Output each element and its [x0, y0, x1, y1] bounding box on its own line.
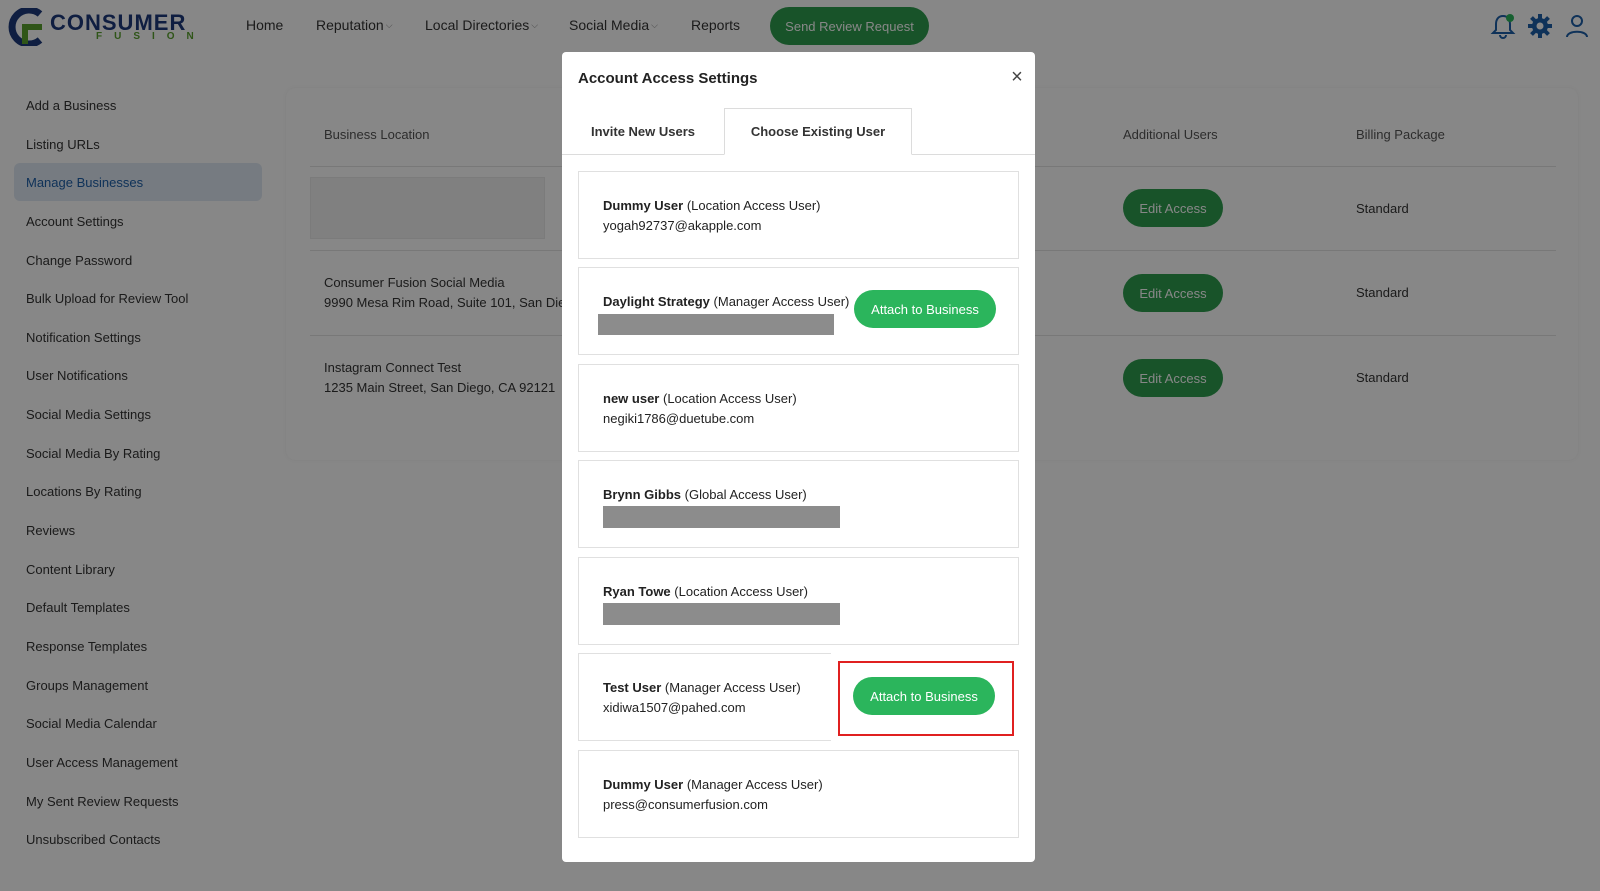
user-name: Ryan Towe — [603, 584, 671, 599]
user-name: Dummy User — [603, 777, 684, 792]
user-heading: Dummy User (Manager Access User) — [603, 777, 823, 792]
user-role: (Location Access User) — [674, 584, 808, 599]
close-icon[interactable]: × — [1006, 66, 1028, 88]
user-heading: Dummy User (Location Access User) — [603, 198, 821, 213]
user-heading: new user (Location Access User) — [603, 391, 797, 406]
user-name: Daylight Strategy — [603, 294, 710, 309]
user-card: Ryan Towe (Location Access User) — [578, 557, 1019, 645]
attach-to-business-button[interactable]: Attach to Business — [853, 677, 995, 715]
user-card: Brynn Gibbs (Global Access User) — [578, 460, 1019, 548]
user-name: Brynn Gibbs — [603, 487, 682, 502]
user-name: Test User — [603, 680, 662, 695]
tab-choose-existing-user[interactable]: Choose Existing User — [724, 108, 912, 155]
user-role: (Manager Access User) — [686, 777, 823, 792]
user-role: (Manager Access User) — [664, 680, 801, 695]
modal-title: Account Access Settings — [578, 70, 758, 87]
attach-to-business-button[interactable]: Attach to Business — [854, 290, 996, 328]
user-email: xidiwa1507@pahed.com — [603, 700, 746, 715]
redacted-email — [603, 506, 840, 528]
user-email: negiki1786@duetube.com — [603, 411, 755, 426]
user-card: new user (Location Access User) negiki17… — [578, 364, 1019, 452]
user-role: (Location Access User) — [686, 198, 821, 213]
user-heading: Brynn Gibbs (Global Access User) — [603, 487, 807, 502]
user-card: Dummy User (Location Access User) yogah9… — [578, 171, 1019, 259]
redacted-email — [603, 603, 840, 625]
user-role: (Global Access User) — [684, 487, 807, 502]
user-heading: Daylight Strategy (Manager Access User) — [603, 294, 849, 309]
user-email: press@consumerfusion.com — [603, 797, 768, 812]
user-name: Dummy User — [603, 198, 684, 213]
user-role: (Manager Access User) — [713, 294, 850, 309]
user-name: new user — [603, 391, 660, 406]
tab-invite-new-users[interactable]: Invite New Users — [562, 108, 724, 155]
user-heading: Test User (Manager Access User) — [603, 680, 801, 695]
user-heading: Ryan Towe (Location Access User) — [603, 584, 808, 599]
user-role: (Location Access User) — [662, 391, 797, 406]
user-card: Daylight Strategy (Manager Access User) … — [578, 267, 1019, 355]
user-card: Dummy User (Manager Access User) press@c… — [578, 750, 1019, 838]
user-email: yogah92737@akapple.com — [603, 218, 762, 233]
redacted-email — [598, 314, 834, 335]
